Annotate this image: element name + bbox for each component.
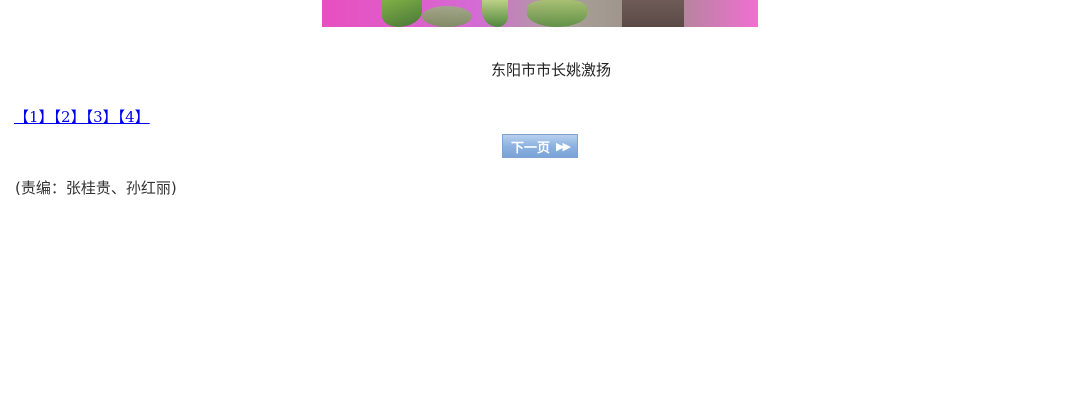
flower-stem-graphic xyxy=(382,0,422,27)
page-link-1[interactable]: 【1】 xyxy=(14,108,54,126)
page-link-3[interactable]: 【3】 xyxy=(86,108,118,126)
next-page-button[interactable]: 下一页 ▶▶ xyxy=(502,134,578,158)
podium-graphic xyxy=(622,0,684,27)
page-links: 【1】【2】【3】【4】 xyxy=(14,106,150,127)
flower-stem-graphic xyxy=(482,0,508,27)
page-link-2[interactable]: 【2】 xyxy=(54,108,86,126)
photo-caption: 东阳市市长姚激扬 xyxy=(491,61,612,79)
flower-leaves-graphic xyxy=(422,6,472,27)
double-chevron-right-icon: ▶▶ xyxy=(556,139,571,153)
page-link-4[interactable]: 【4】 xyxy=(118,108,150,126)
article-page: 东阳市市长姚激扬 【1】【2】【3】【4】 下一页 ▶▶ (责编：张桂贵、孙红丽… xyxy=(0,0,1080,420)
flower-bloom-graphic xyxy=(527,0,587,27)
next-page-label: 下一页 xyxy=(511,140,551,156)
news-photo xyxy=(322,0,758,27)
editor-credit: (责编：张桂贵、孙红丽) xyxy=(15,179,177,197)
